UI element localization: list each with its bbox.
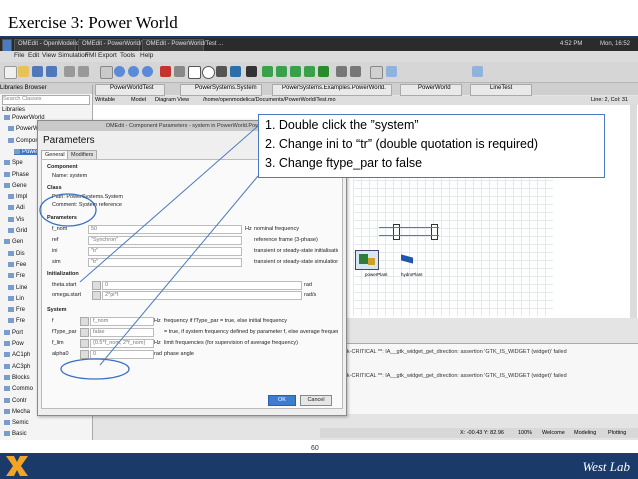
ftype-highlight-oval bbox=[60, 358, 130, 380]
callout-step-3: 3. Change ftype_par to false bbox=[265, 156, 423, 170]
annotation-overlay bbox=[39, 125, 259, 380]
instruction-callout: 1. Double click the ”system” 2. Change i… bbox=[258, 114, 605, 178]
west-lab-logo-icon bbox=[6, 456, 28, 476]
callout-arrow-ftype bbox=[99, 175, 259, 366]
page-number: 60 bbox=[311, 445, 319, 452]
callout-step-2: 2. Change ini to “tr” (double quotation … bbox=[265, 137, 539, 151]
callout-arrow-ini bbox=[79, 125, 259, 283]
callout-step-1: 1. Double click the ”system” bbox=[265, 118, 419, 132]
slide-footer: West Lab bbox=[0, 453, 638, 479]
ini-highlight-oval bbox=[39, 193, 97, 227]
footer-lab-name: West Lab bbox=[582, 459, 630, 474]
